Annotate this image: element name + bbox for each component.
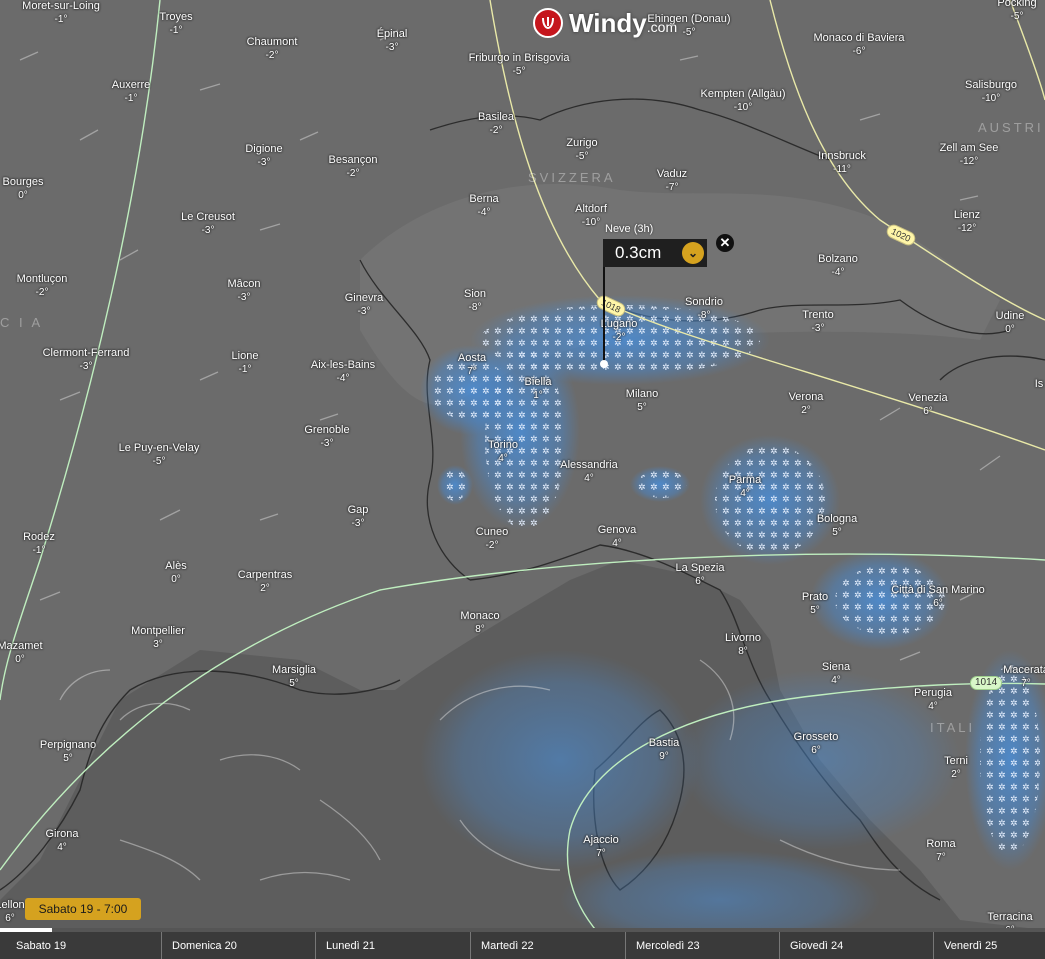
city-label[interactable]: Lione -1° — [232, 350, 259, 376]
city-label[interactable]: La Spezia 6° — [676, 562, 725, 588]
city-label[interactable]: Lienz -12° — [954, 209, 980, 235]
city-label[interactable]: Montpellier 3° — [131, 625, 185, 651]
city-label[interactable]: Monaco di Baviera -6° — [813, 32, 904, 58]
city-label[interactable]: Auxerre -1° — [112, 79, 151, 105]
city-label[interactable]: Friburgo in Brisgovia -5° — [469, 52, 570, 78]
city-label[interactable]: Marsiglia 5° — [272, 664, 316, 690]
city-label[interactable]: Verona 2° — [789, 391, 824, 417]
city-label[interactable]: Kempten (Allgäu) -10° — [701, 88, 786, 114]
city-label[interactable]: Bastia 9° — [649, 737, 680, 763]
city-label[interactable]: Genova 4° — [598, 524, 637, 550]
city-label[interactable]: Is — [1035, 378, 1044, 391]
city-label[interactable]: Udine 0° — [996, 310, 1025, 336]
city-label[interactable]: Lellon6° — [0, 899, 25, 925]
city-label[interactable]: Salisburgo -10° — [965, 79, 1017, 105]
city-label[interactable]: Roma 7° — [926, 838, 955, 864]
city-label[interactable]: Épinal -3° — [377, 28, 408, 54]
city-label[interactable]: Clermont-Ferrand -3° — [43, 347, 130, 373]
picker-value: 0.3cm — [615, 243, 662, 262]
city-label[interactable]: Perugia 4° — [914, 687, 952, 713]
city-label[interactable]: Besançon -2° — [329, 154, 378, 180]
city-label[interactable]: Aix-les-Bains -4° — [311, 359, 375, 385]
city-label[interactable]: Milano 5° — [626, 388, 658, 414]
timeline-bar[interactable]: Sabato 19 Domenica 20 Lunedì 21 Martedì … — [0, 928, 1045, 959]
city-label[interactable]: Innsbruck -11° — [818, 150, 866, 176]
isobar-label: 1014 — [970, 676, 1003, 690]
city-label[interactable]: Parma 4° — [729, 474, 761, 500]
city-label[interactable]: Gap -3° — [348, 504, 369, 530]
city-label[interactable]: Grosseto 6° — [794, 731, 839, 757]
picker-pin-line — [603, 267, 605, 363]
city-label[interactable]: Alessandria 4° — [560, 459, 617, 485]
city-label[interactable]: Biella 1° — [525, 376, 552, 402]
city-label[interactable]: Le Creusot -3° — [181, 211, 235, 237]
city-label[interactable]: Vaduz -7° — [657, 168, 687, 194]
city-label[interactable]: Bourges 0° — [3, 176, 44, 202]
city-label[interactable]: Terni 2° — [944, 755, 968, 781]
region-label: C I A — [0, 315, 44, 330]
city-label[interactable]: Siena 4° — [822, 661, 850, 687]
city-label[interactable]: Cuneo -2° — [476, 526, 508, 552]
close-icon[interactable]: ✕ — [716, 234, 734, 252]
city-label[interactable]: Livorno 8° — [725, 632, 761, 658]
city-label[interactable]: Macerata 7° — [1003, 664, 1045, 690]
picker-value-box[interactable]: 0.3cm ⌄ — [603, 239, 707, 267]
city-label[interactable]: Lugano -2° — [601, 318, 638, 344]
city-label[interactable]: Ginevra -3° — [345, 292, 384, 318]
city-label[interactable]: Città di San Marino 6° — [891, 584, 985, 610]
city-label[interactable]: Mâcon -3° — [227, 278, 260, 304]
city-label[interactable]: Girona 4° — [45, 828, 78, 854]
city-label[interactable]: Moret-sur-Loing -1° — [22, 0, 100, 26]
region-label: SVIZZERA — [528, 170, 616, 185]
city-label[interactable]: Pocking -5° — [997, 0, 1036, 23]
city-label[interactable]: Montluçon -2° — [17, 273, 68, 299]
city-label[interactable]: Carpentras 2° — [238, 569, 292, 595]
city-label[interactable]: Trento -3° — [802, 309, 833, 335]
city-label[interactable]: Bolzano -4° — [818, 253, 858, 279]
city-label[interactable]: Rodez -1° — [23, 531, 55, 557]
city-label[interactable]: Torino 4° — [488, 439, 518, 465]
city-label[interactable]: Altdorf -10° — [575, 203, 607, 229]
city-label[interactable]: Alès 0° — [165, 560, 186, 586]
windy-logo-icon — [533, 8, 563, 38]
city-label[interactable]: Ehingen (Donau) -5° — [647, 13, 730, 39]
city-label[interactable]: Aosta 7° — [458, 352, 486, 378]
city-label[interactable]: Sondrio -8° — [685, 296, 723, 322]
city-label[interactable]: Perpignano 5° — [40, 739, 96, 765]
city-label[interactable]: Zurigo -5° — [566, 137, 597, 163]
chevron-down-icon[interactable]: ⌄ — [682, 242, 704, 264]
city-label[interactable]: Mazamet 0° — [0, 640, 43, 666]
region-label: ITALI — [930, 720, 976, 735]
picker-pin-dot[interactable] — [600, 360, 608, 368]
picker-label: Neve (3h) — [605, 223, 654, 235]
city-label[interactable]: Digione -3° — [245, 143, 282, 169]
city-label[interactable]: Ajaccio 7° — [583, 834, 618, 860]
city-label[interactable]: Berna -4° — [469, 193, 498, 219]
city-label[interactable]: Basilea -2° — [478, 111, 514, 137]
weather-map[interactable]: ✲ — [0, 0, 1045, 955]
city-label[interactable]: Bologna 5° — [817, 513, 857, 539]
city-label[interactable]: Sion -8° — [464, 288, 486, 314]
city-label[interactable]: Le Puy-en-Velay -5° — [119, 442, 200, 468]
city-label[interactable]: Zell am See -12° — [940, 142, 999, 168]
city-label[interactable]: Venezia 6° — [908, 392, 947, 418]
city-label[interactable]: Grenoble -3° — [304, 424, 349, 450]
region-label: AUSTRI — [978, 120, 1044, 135]
current-time-badge[interactable]: Sabato 19 - 7:00 — [25, 898, 141, 920]
city-label[interactable]: Chaumont -2° — [247, 36, 298, 62]
city-label[interactable]: Troyes -1° — [159, 11, 192, 37]
city-label[interactable]: Prato 5° — [802, 591, 828, 617]
city-label[interactable]: Monaco 8° — [460, 610, 499, 636]
